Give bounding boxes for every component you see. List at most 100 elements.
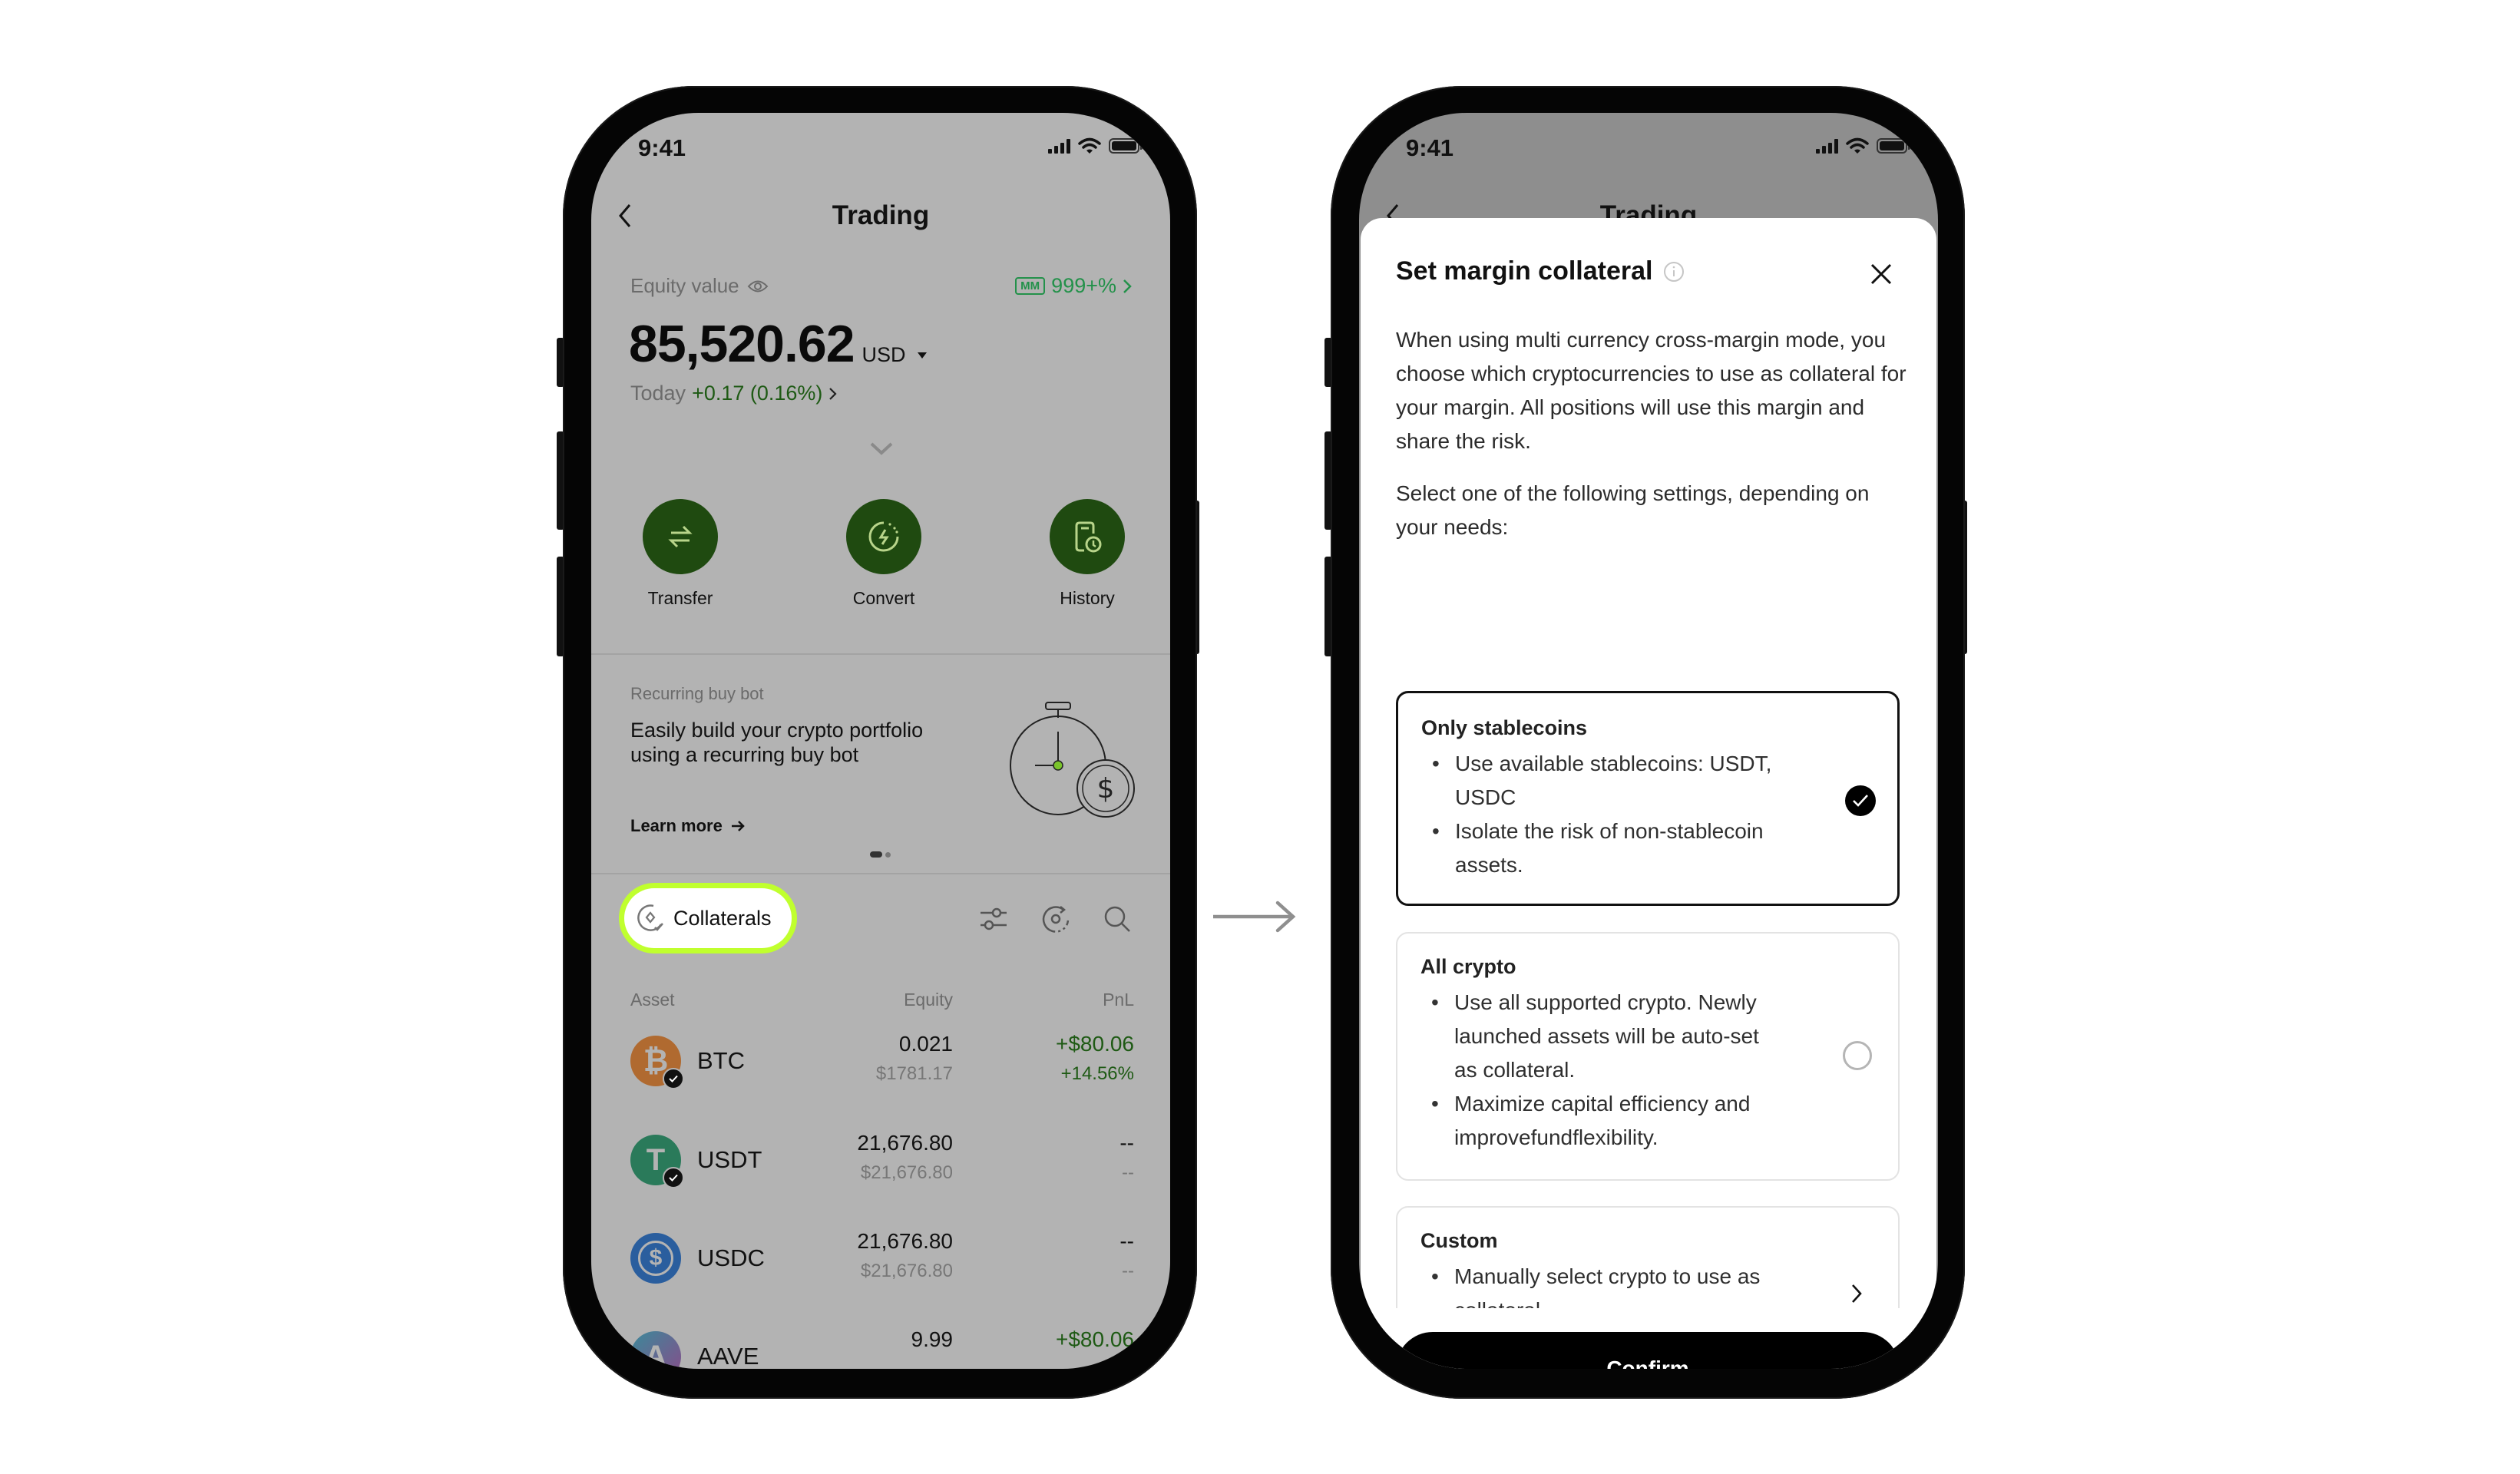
promo-headline-1: Easily build your crypto portfolio [630, 719, 924, 742]
home-indicator [1546, 1350, 1751, 1357]
action-transfer[interactable]: Transfer [643, 499, 718, 609]
pager-dot [885, 851, 891, 858]
currency-selector[interactable]: USD [862, 343, 928, 367]
option-all-crypto[interactable]: All crypto Use all supported crypto. New… [1396, 932, 1900, 1181]
status-icons [1816, 137, 1910, 154]
aave-coin-icon: A [630, 1331, 681, 1369]
equity-usd: $1781.17 [875, 1063, 953, 1084]
option-bullet: Isolate the risk of non-stablecoin asset… [1421, 815, 1785, 882]
arrow-right-icon [731, 821, 745, 831]
equity-label-row: Equity value [630, 274, 769, 298]
search-icon[interactable] [1102, 904, 1133, 934]
chevron-right-icon [829, 387, 837, 400]
equity-amount: 9.99 [911, 1327, 954, 1351]
asset-row-btc[interactable]: ₿ BTC 0.021 $1781.17 +$80.06 +14.56% [591, 1023, 1170, 1099]
option-custom-clip: Custom Manually select crypto to use as … [1361, 1206, 1936, 1308]
option-only-stablecoins[interactable]: Only stablecoins Use available stablecoi… [1396, 691, 1900, 906]
cellular-signal-icon [1816, 138, 1838, 154]
sheet-prompt: Select one of the following settings, de… [1396, 481, 1870, 539]
mm-ratio: 999+% [1051, 274, 1116, 297]
collateral-check-badge [663, 1167, 684, 1188]
history-icon [1050, 499, 1125, 574]
pnl-amount: +$80.06 [1056, 1032, 1134, 1056]
asset-name: USDC [697, 1244, 765, 1271]
promo-pager [870, 851, 891, 858]
action-label: Transfer [647, 588, 713, 608]
caret-down-icon [917, 352, 927, 359]
option-bullets: Use all supported crypto. Newly launched… [1420, 986, 1784, 1155]
equity-amount: 21,676.80 [857, 1131, 953, 1155]
pnl-amount: +$80.06 [1056, 1327, 1134, 1351]
asset-row-usdc[interactable]: $ USDC 21,676.80 $21,676.80 -- -- [591, 1220, 1170, 1297]
margin-ratio-link[interactable]: MM 999+% [1015, 274, 1132, 298]
collateral-bottom-sheet: Set margin collateral When using multi c… [1361, 218, 1936, 1369]
pnl-percent: +14.56% [1060, 1063, 1134, 1084]
promo-headline-2: using a recurring buy bot [630, 743, 859, 766]
btc-coin-icon: ₿ [630, 1036, 684, 1089]
pnl-percent: -- [1122, 1162, 1134, 1183]
collaterals-pill: Collaterals [624, 888, 792, 948]
option-bullet: Use available stablecoins: USDT, USDC [1421, 747, 1785, 815]
option-title: Custom [1420, 1229, 1498, 1252]
col-header-asset: Asset [630, 990, 675, 1010]
asset-row-usdt[interactable]: T USDT 21,676.80 $21,676.80 -- -- [591, 1122, 1170, 1198]
currency-label: USD [861, 343, 906, 366]
filter-sliders-icon[interactable] [978, 905, 1009, 933]
eye-icon[interactable] [747, 279, 769, 294]
asset-name: USDT [697, 1146, 762, 1173]
today-change: +0.17 (0.16%) [692, 382, 823, 405]
col-header-equity: Equity [904, 990, 953, 1010]
confirm-label: Confirm [1606, 1357, 1689, 1369]
option-bullet: Use all supported crypto. Newly launched… [1420, 986, 1784, 1087]
learn-more-link[interactable]: Learn more [630, 816, 746, 836]
action-convert[interactable]: Convert [846, 499, 921, 609]
stopwatch-coin-illustration: $ [1010, 702, 1135, 818]
action-label: History [1060, 588, 1115, 608]
info-icon[interactable] [1663, 261, 1685, 283]
status-time: 9:41 [638, 134, 686, 161]
usdt-coin-icon: T [630, 1135, 684, 1188]
equity-usd: $21,676.80 [860, 1261, 953, 1281]
sheet-title-row: Set margin collateral [1396, 256, 1685, 286]
option-bullet: Manually select crypto to use as collate… [1420, 1260, 1784, 1308]
close-icon[interactable] [1869, 262, 1893, 286]
mm-badge: MM [1015, 277, 1046, 295]
equity-amount: 21,676.80 [857, 1229, 953, 1253]
radio-selected-check-icon[interactable] [1845, 785, 1876, 816]
expand-chevron-icon[interactable] [869, 441, 894, 457]
refresh-target-icon[interactable] [1040, 904, 1071, 934]
equity-value: 85,520.62 [629, 315, 855, 373]
action-history[interactable]: History [1050, 499, 1125, 609]
chevron-right-icon [1123, 279, 1132, 293]
promo-card[interactable]: Recurring buy bot Easily build your cryp… [591, 655, 1170, 873]
collateral-check-badge [663, 1068, 684, 1089]
asset-row-aave[interactable]: A AAVE 9.99 +$80.06 [591, 1318, 1170, 1369]
cellular-signal-icon [1048, 138, 1070, 154]
pnl-amount: -- [1119, 1229, 1134, 1253]
radio-unselected-icon[interactable] [1843, 1041, 1872, 1070]
option-bullets: Manually select crypto to use as collate… [1420, 1260, 1784, 1308]
collaterals-button[interactable]: Collaterals [619, 883, 797, 953]
page-title: Trading [832, 200, 930, 230]
action-label: Convert [852, 588, 915, 608]
battery-icon [1877, 138, 1910, 154]
option-title: All crypto [1420, 955, 1516, 978]
status-icons [1048, 137, 1143, 154]
option-custom[interactable]: Custom Manually select crypto to use as … [1396, 1206, 1900, 1308]
status-time: 9:41 [1406, 134, 1454, 161]
promo-eyebrow: Recurring buy bot [630, 684, 764, 703]
sheet-title: Set margin collateral [1396, 256, 1653, 286]
pnl-amount: -- [1119, 1131, 1134, 1155]
flow-arrow-icon [1213, 901, 1296, 933]
section-divider [591, 873, 1170, 874]
today-change-row[interactable]: Today +0.17 (0.16%) [630, 382, 838, 405]
equity-value-row: 85,520.62 USD [629, 314, 928, 374]
equity-usd: $21,676.80 [860, 1162, 953, 1183]
col-header-pnl: PnL [1103, 990, 1134, 1010]
svg-text:$: $ [1097, 773, 1115, 805]
equity-amount: 0.021 [898, 1032, 953, 1056]
sheet-intro: When using multi currency cross-margin m… [1396, 328, 1907, 453]
asset-name: AAVE [697, 1343, 759, 1369]
usdc-coin-icon: $ [630, 1233, 681, 1284]
wifi-icon [1846, 137, 1869, 154]
